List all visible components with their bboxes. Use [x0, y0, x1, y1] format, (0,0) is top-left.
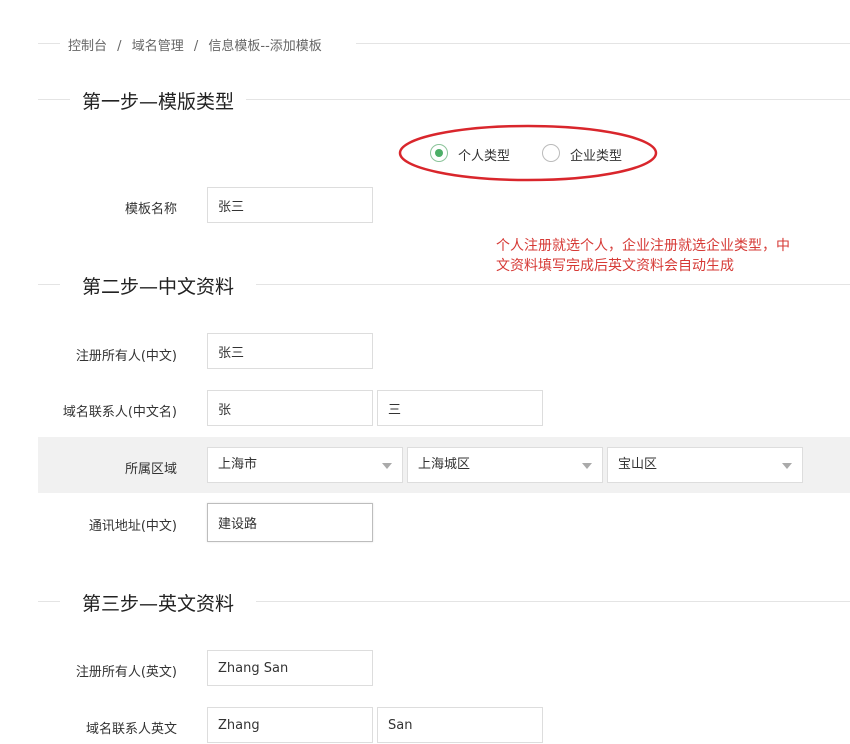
section-rule	[256, 284, 850, 285]
cn-owner-input[interactable]	[207, 333, 373, 369]
section-rule	[38, 284, 60, 285]
breadcrumb: 控制台 / 域名管理 / 信息模板--添加模板	[68, 35, 322, 54]
template-name-label: 模板名称	[124, 202, 177, 217]
template-name-input[interactable]	[207, 187, 373, 223]
en-contact-surname-input[interactable]	[207, 707, 373, 743]
breadcrumb-item-console[interactable]: 控制台	[68, 39, 107, 54]
radio-company-label[interactable]: 企业类型	[570, 145, 622, 164]
en-owner-input[interactable]	[207, 650, 373, 686]
district-select-value: 宝山区	[618, 457, 658, 472]
radio-company[interactable]	[542, 144, 560, 162]
cn-contact-surname-input[interactable]	[207, 390, 373, 426]
step1-title: 第一步—模版类型	[70, 87, 247, 114]
section-rule	[38, 601, 60, 602]
chevron-down-icon	[582, 463, 592, 469]
cn-address-label: 通讯地址(中文)	[88, 519, 177, 534]
city-select[interactable]: 上海城区	[407, 447, 603, 483]
chevron-down-icon	[382, 463, 392, 469]
instruction-note: 个人注册就选个人，企业注册就选企业类型，中 文资料填写完成后英文资料会自动生成	[496, 236, 846, 276]
breadcrumb-rule-right	[356, 43, 850, 44]
instruction-note-line2: 文资料填写完成后英文资料会自动生成	[496, 258, 734, 274]
region-label: 所属区域	[124, 462, 177, 477]
en-contact-given-input[interactable]	[377, 707, 543, 743]
section-rule	[256, 601, 850, 602]
cn-contact-given-input[interactable]	[377, 390, 543, 426]
step2-title: 第二步—中文资料	[70, 272, 247, 299]
cn-owner-label: 注册所有人(中文)	[75, 349, 177, 364]
breadcrumb-separator: /	[117, 39, 122, 54]
province-select[interactable]: 上海市	[207, 447, 403, 483]
radio-personal[interactable]	[430, 144, 448, 162]
breadcrumb-item-add-template: 信息模板--添加模板	[208, 39, 322, 54]
instruction-note-line1: 个人注册就选个人，企业注册就选企业类型，中	[496, 238, 790, 254]
en-contact-label: 域名联系人英文	[85, 722, 177, 737]
cn-address-input[interactable]	[207, 503, 373, 542]
province-select-value: 上海市	[218, 457, 258, 472]
breadcrumb-item-domain-management[interactable]: 域名管理	[132, 39, 184, 54]
en-owner-label: 注册所有人(英文)	[75, 665, 177, 680]
breadcrumb-separator: /	[193, 39, 199, 54]
district-select[interactable]: 宝山区	[607, 447, 803, 483]
radio-personal-label[interactable]: 个人类型	[458, 145, 510, 164]
chevron-down-icon	[782, 463, 792, 469]
step3-title: 第三步—英文资料	[70, 589, 247, 616]
cn-contact-label: 域名联系人(中文名)	[62, 405, 177, 420]
city-select-value: 上海城区	[418, 457, 471, 472]
breadcrumb-rule-left	[38, 43, 60, 44]
